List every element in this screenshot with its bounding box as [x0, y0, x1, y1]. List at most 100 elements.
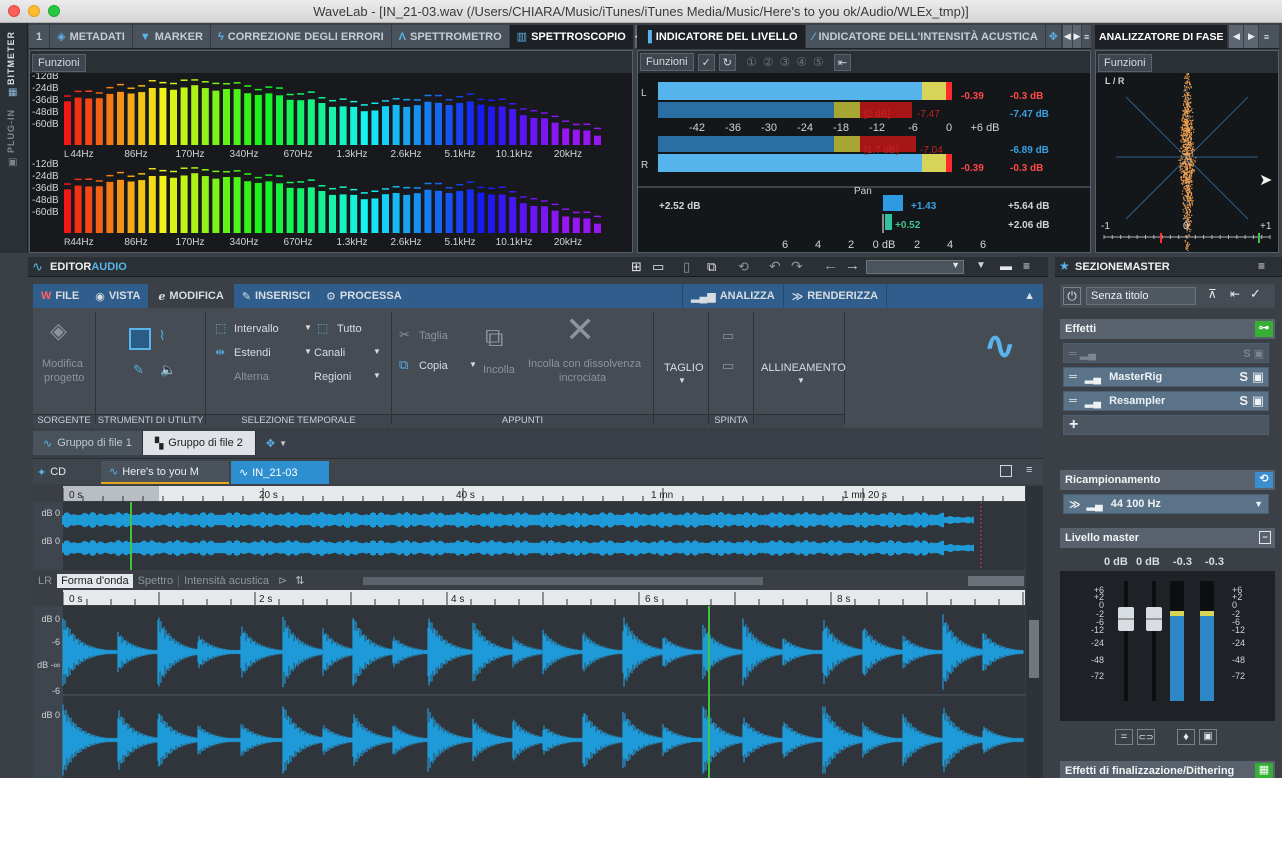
menu-icon[interactable]: ≡: [1258, 259, 1265, 273]
new-file-icon[interactable]: ⊞: [631, 259, 642, 275]
modifica-progetto-line1[interactable]: Modifica: [42, 358, 83, 370]
add-effect-slot[interactable]: +: [1063, 415, 1269, 435]
menu-icon[interactable]: ≡: [1081, 25, 1091, 48]
tab-scroll-right[interactable]: ▶: [1243, 25, 1259, 48]
collapse-ribbon-icon[interactable]: ▲: [1016, 284, 1043, 308]
close-window-button[interactable]: [8, 5, 20, 17]
undo-icon[interactable]: ↶: [769, 258, 781, 275]
maximize-icon[interactable]: ▬: [1000, 259, 1012, 273]
menu-vista[interactable]: ◉ VISTA: [87, 284, 148, 308]
chevron-down-icon[interactable]: ▼: [976, 260, 986, 271]
tab-intensita[interactable]: Intensità acustica: [179, 575, 274, 587]
tab-scroll-left[interactable]: ◀: [1062, 25, 1072, 48]
preset-buttons[interactable]: ①②③④⑤: [746, 55, 830, 69]
funzioni-button[interactable]: Funzioni: [1098, 54, 1152, 72]
regioni-dropdown[interactable]: ▼: [373, 371, 381, 380]
envelope-tool-icon[interactable]: ⌇: [159, 328, 165, 344]
tab-intensita-acustica[interactable]: ⁄ INDICATORE DELL'INTENSITÀ ACUSTICA: [806, 25, 1046, 48]
taglio-group-button[interactable]: TAGLIO: [664, 362, 704, 374]
collapse-icon[interactable]: −: [1259, 531, 1271, 544]
canali-button[interactable]: Canali: [314, 347, 345, 359]
reset-check-icon[interactable]: ✓: [697, 53, 715, 71]
tab-spettrometro[interactable]: Λ SPETTROMETRO: [392, 25, 510, 48]
waveform-area[interactable]: 0 s 20 s 40 s 1 mn 1 mn 20 s 0 s 2 s 4 s 6 s 8 s d…: [33, 486, 1043, 778]
lock-icon[interactable]: ▣: [1199, 729, 1217, 745]
menu-icon[interactable]: ≡: [1026, 464, 1032, 476]
reset-icon[interactable]: ⇤: [1230, 287, 1240, 301]
tab-scroll-left[interactable]: ◀: [1228, 25, 1244, 48]
intervallo-button[interactable]: Intervallo: [234, 323, 279, 335]
bypass-icon[interactable]: ⊼: [1208, 287, 1217, 301]
maximize-icon[interactable]: [1000, 465, 1012, 477]
tab-scroll-right[interactable]: ▶: [1071, 25, 1082, 48]
menu-icon[interactable]: ≡: [1258, 25, 1274, 48]
save-as-icon[interactable]: ⧉: [707, 259, 716, 275]
tab-metadati[interactable]: ◈ METADATI: [50, 25, 133, 48]
master-level-meters[interactable]: +6 +6+2 +20 0-2 -2-6 -6-12 -12-24 -24-48 -48-72-…: [1060, 571, 1275, 721]
effect-slot-empty[interactable]: ═ ▂▄ S ▣: [1063, 343, 1269, 363]
power-icon[interactable]: ⏻: [1063, 287, 1081, 305]
redo-icon[interactable]: ↷: [791, 258, 803, 275]
zoom-window-button[interactable]: [48, 5, 60, 17]
save-icon[interactable]: ▯: [683, 259, 690, 275]
incolla-dissolvenza-line2[interactable]: incrociata: [559, 372, 606, 384]
finalizzazione-header[interactable]: Effetti di finalizzazione/Dithering ▦: [1060, 761, 1275, 778]
tab-gruppo-2[interactable]: ▚ Gruppo di file 2: [142, 431, 256, 455]
open-folder-icon[interactable]: ▭: [652, 259, 664, 275]
goto-start-icon[interactable]: ⇤: [833, 53, 852, 71]
intervallo-dropdown[interactable]: ▼: [304, 323, 312, 332]
effect-slot-masterrig[interactable]: ═ ▂▄ MasterRig S ▣: [1063, 367, 1269, 387]
link-faders-icon[interactable]: =: [1115, 729, 1133, 745]
tab-correzione[interactable]: ϟ CORREZIONE DEGLI ERRORI: [211, 25, 392, 48]
taglia-button[interactable]: Taglia: [419, 330, 448, 342]
tutto-button[interactable]: Tutto: [337, 323, 362, 335]
tab-bitmeter[interactable]: BITMETER: [6, 31, 22, 85]
minimize-window-button[interactable]: [28, 5, 40, 17]
copia-dropdown[interactable]: ▼: [469, 360, 477, 369]
sample-rate-select[interactable]: ≫ ▂▄ 44 100 Hz ▼: [1063, 494, 1269, 514]
modifica-progetto-line2[interactable]: progetto: [44, 372, 84, 384]
history-icon[interactable]: ⟲: [738, 259, 749, 275]
tab-spettro[interactable]: Spettro: [133, 574, 180, 587]
menu-renderizza[interactable]: ≫ RENDERIZZA: [782, 284, 886, 308]
tab-1[interactable]: 1: [29, 25, 51, 48]
tab-heres-to-you[interactable]: ∿ Here's to you M: [101, 461, 229, 484]
solo-bypass-icon[interactable]: S ▣: [1239, 369, 1264, 385]
menu-icon[interactable]: ≡: [1023, 259, 1030, 273]
incolla-dissolvenza-line1[interactable]: Incolla con dissolvenza: [528, 358, 641, 370]
effect-slot-resampler[interactable]: ═ ▂▄ Resampler S ▣: [1063, 391, 1269, 411]
tab-gruppo-1[interactable]: ∿ Gruppo di file 1: [33, 431, 143, 455]
menu-analizza[interactable]: ▂▄▆ ANALIZZA: [681, 284, 783, 308]
taglio-dropdown[interactable]: ▼: [678, 376, 686, 385]
menu-modifica[interactable]: e MODIFICA: [148, 284, 234, 308]
chain-icon[interactable]: ⊂⊃: [1137, 729, 1155, 745]
menu-processa[interactable]: ⚙ PROCESSA: [318, 284, 410, 308]
back-arrow-icon[interactable]: ←: [823, 257, 838, 274]
allineamento-dropdown[interactable]: ▼: [797, 376, 805, 385]
drop-icon[interactable]: ♦: [1177, 729, 1195, 745]
funzioni-button[interactable]: Funzioni: [640, 53, 694, 71]
tab-more[interactable]: ✥: [1046, 25, 1063, 48]
nudge-left-icon[interactable]: ▭: [722, 328, 734, 344]
pencil-tool-icon[interactable]: ✎: [133, 362, 144, 378]
nudge-right-icon[interactable]: ▭: [722, 358, 734, 374]
forward-arrow-icon[interactable]: →: [845, 257, 860, 274]
tab-plugin[interactable]: PLUG-IN: [6, 109, 22, 153]
tab-spettroscopio[interactable]: ▥ SPETTROSCOPIO: [509, 25, 634, 48]
apply-check-icon[interactable]: ✓: [1250, 286, 1261, 302]
preset-name-field[interactable]: Senza titolo: [1086, 287, 1196, 305]
estendi-button[interactable]: Estendi: [234, 347, 271, 359]
history-dropdown[interactable]: ▼: [866, 260, 964, 274]
solo-bypass-icon[interactable]: S ▣: [1239, 393, 1264, 409]
tab-forma-onda[interactable]: Forma d'onda: [57, 573, 133, 588]
effects-power-icon[interactable]: ⊶: [1255, 321, 1273, 337]
funzioni-button[interactable]: Funzioni: [32, 54, 86, 72]
add-group-button[interactable]: ✥ ▼: [256, 431, 297, 455]
view-options-icon[interactable]: ⊳: [274, 574, 291, 587]
tab-analizzatore-fase[interactable]: ANALIZZATORE DI FASE: [1095, 25, 1229, 48]
menu-inserisci[interactable]: ✎ INSERISCI: [234, 284, 318, 308]
select-tool-icon[interactable]: [129, 328, 151, 350]
copia-button[interactable]: Copia: [419, 360, 448, 372]
tab-lr[interactable]: LR: [33, 575, 57, 587]
tab-indicatore-livello[interactable]: ▐ INDICATORE DEL LIVELLO: [637, 25, 806, 48]
